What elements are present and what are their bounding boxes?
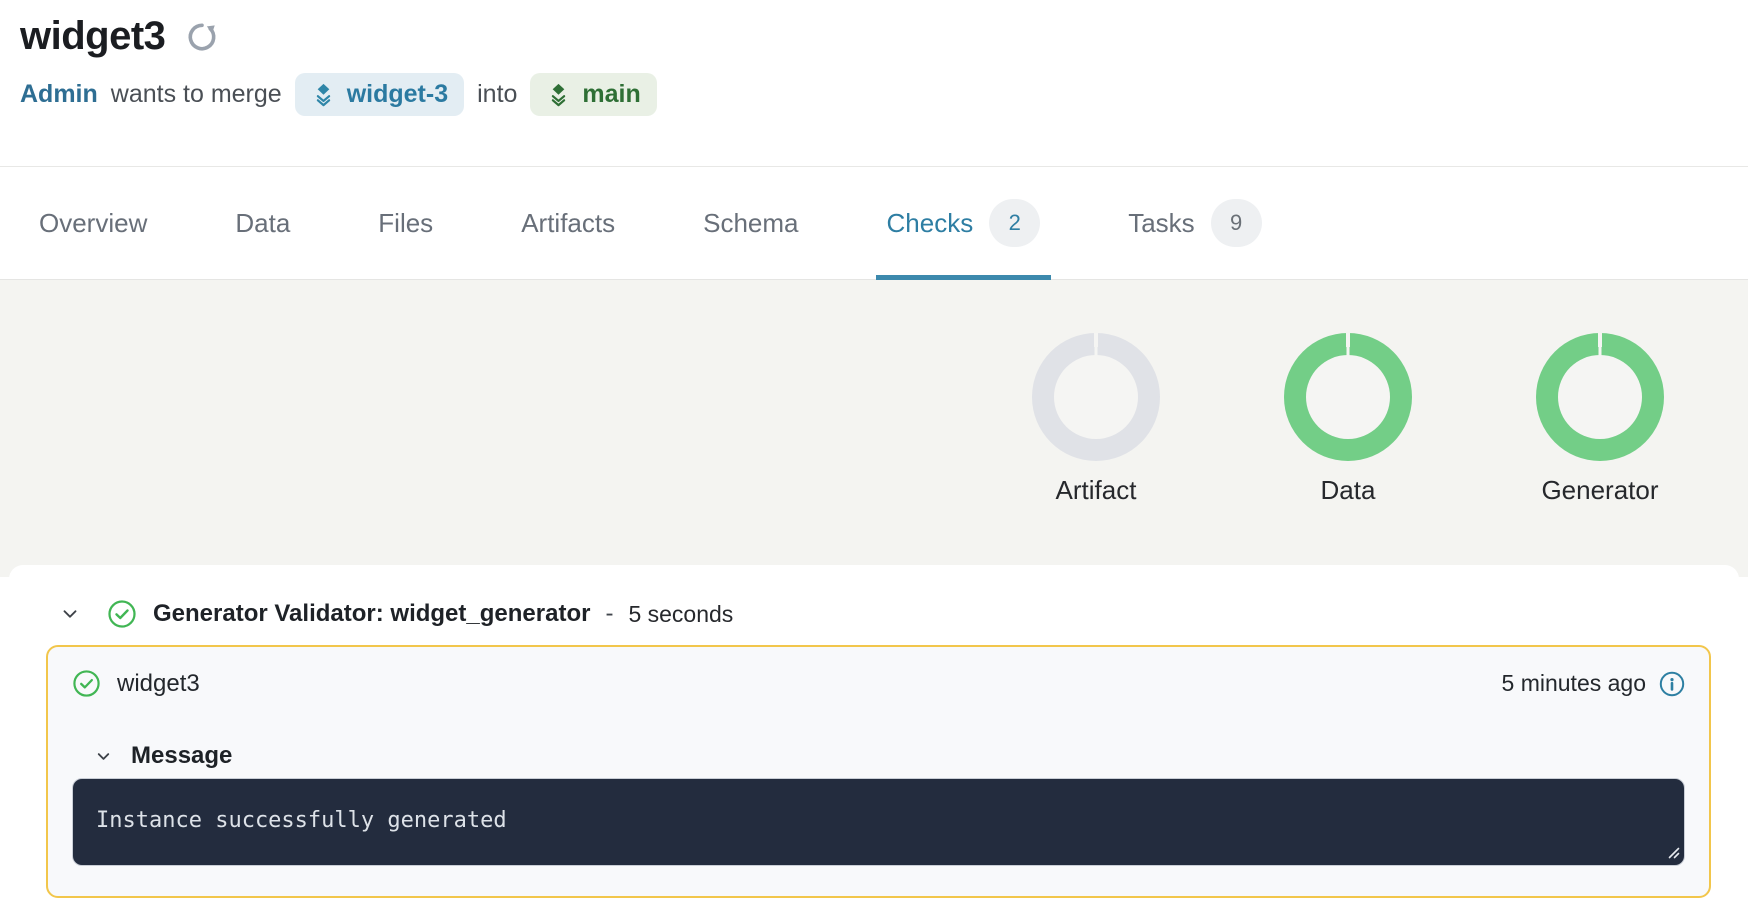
check-group-header: Generator Validator: widget_generator - …	[9, 565, 1739, 629]
tab-tasks[interactable]: Tasks 9	[1117, 167, 1272, 279]
tab-label: Checks	[887, 208, 974, 239]
artifact-status-ring[interactable]	[1032, 333, 1160, 461]
checks-summary-strip: Retry all Artifact Data Generator	[0, 280, 1748, 577]
page-title: widget3	[20, 14, 165, 59]
tab-checks[interactable]: Checks 2	[876, 167, 1052, 279]
target-branch-name: main	[582, 80, 640, 109]
tab-overview[interactable]: Overview	[28, 167, 158, 279]
source-branch-name: widget-3	[347, 80, 448, 109]
pull-request-page: widget3 Admin wants to merge widget-3 in…	[0, 0, 1748, 920]
checks-count-badge: 2	[989, 199, 1040, 247]
tab-label: Data	[235, 208, 290, 239]
header: widget3 Admin wants to merge widget-3 in…	[0, 0, 1748, 166]
tab-schema[interactable]: Schema	[692, 167, 809, 279]
result-timestamp: 5 minutes ago	[1502, 670, 1646, 697]
tab-label: Overview	[39, 208, 147, 239]
donut-artifact: Artifact	[1032, 333, 1160, 506]
tab-data[interactable]: Data	[224, 167, 301, 279]
donut-label: Artifact	[1056, 475, 1137, 506]
merge-action-text: wants to merge	[111, 80, 282, 109]
checks-detail-panel: Generator Validator: widget_generator - …	[9, 565, 1739, 920]
tab-files[interactable]: Files	[367, 167, 444, 279]
data-status-ring[interactable]	[1284, 333, 1412, 461]
tasks-count-badge: 9	[1211, 199, 1262, 247]
message-label: Message	[131, 742, 232, 770]
check-title: Generator Validator: widget_generator	[153, 600, 590, 628]
check-status-donuts: Artifact Data Generator	[1032, 333, 1664, 506]
check-circle-icon	[72, 669, 101, 698]
tab-label: Files	[378, 208, 433, 239]
message-section-header: Message	[94, 742, 1685, 770]
message-textarea[interactable]: Instance successfully generated	[72, 778, 1685, 866]
merge-connector-text: into	[477, 80, 517, 109]
refresh-icon[interactable]	[185, 20, 219, 54]
tab-artifacts[interactable]: Artifacts	[510, 167, 626, 279]
check-circle-icon	[107, 599, 137, 629]
source-branch-badge[interactable]: widget-3	[295, 73, 464, 116]
chevron-down-icon[interactable]	[59, 603, 81, 625]
tab-label: Artifacts	[521, 208, 615, 239]
tab-label: Tasks	[1128, 208, 1194, 239]
donut-generator: Generator	[1536, 333, 1664, 506]
branch-layers-icon	[546, 82, 571, 107]
donut-label: Data	[1321, 475, 1376, 506]
branch-layers-icon	[311, 82, 336, 107]
generator-status-ring[interactable]	[1536, 333, 1664, 461]
donut-label: Generator	[1541, 475, 1658, 506]
info-icon[interactable]	[1659, 671, 1685, 697]
result-instance-name: widget3	[117, 670, 200, 698]
author-name: Admin	[20, 80, 98, 109]
target-branch-badge[interactable]: main	[530, 73, 656, 116]
check-duration: 5 seconds	[628, 601, 733, 628]
chevron-down-icon[interactable]	[94, 747, 113, 766]
message-box-wrapper: Instance successfully generated	[72, 778, 1685, 866]
tab-bar: Overview Data Files Artifacts Schema Che…	[0, 166, 1748, 280]
resize-grip-icon[interactable]	[1665, 844, 1680, 859]
donut-data: Data	[1284, 333, 1412, 506]
check-result-card: widget3 5 minutes ago	[46, 645, 1711, 898]
merge-description: Admin wants to merge widget-3 into main	[20, 73, 1748, 116]
check-separator: -	[605, 600, 613, 628]
tab-label: Schema	[703, 208, 798, 239]
